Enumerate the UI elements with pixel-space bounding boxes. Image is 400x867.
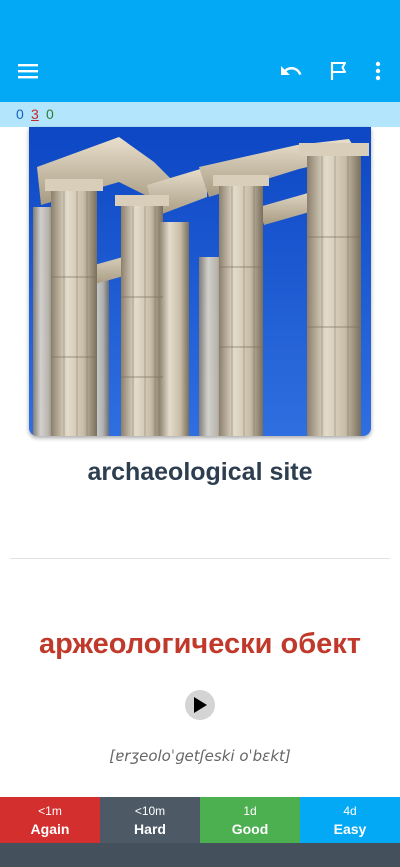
temple-columns-image	[29, 127, 371, 436]
divider	[10, 558, 390, 559]
menu-button[interactable]	[15, 58, 41, 84]
again-label: Again	[30, 821, 70, 837]
easy-interval: 4d	[343, 804, 357, 818]
new-count: 0	[16, 106, 24, 122]
play-audio-button[interactable]	[185, 690, 215, 720]
hard-label: Hard	[134, 821, 166, 837]
pronunciation-ipa: [ɐrʒeoloˈɡetʃeski oˈbɛkt]	[109, 747, 291, 765]
good-interval: 1d	[243, 804, 257, 818]
hard-button[interactable]: <10m Hard	[100, 797, 200, 843]
learning-count: 3	[31, 106, 39, 122]
undo-icon	[281, 66, 302, 75]
undo-button[interactable]	[278, 58, 304, 84]
good-button[interactable]: 1d Good	[200, 797, 300, 843]
top-app-bar	[0, 0, 400, 102]
system-nav-bar	[0, 843, 400, 867]
card-term: archaeological site	[87, 458, 313, 486]
flag-button[interactable]	[326, 58, 352, 84]
menu-icon	[18, 64, 38, 79]
more-options-button[interactable]	[368, 58, 388, 84]
hard-interval: <10m	[134, 804, 166, 818]
easy-button[interactable]: 4d Easy	[300, 797, 400, 843]
more-vert-icon	[375, 61, 381, 81]
card-counts-bar: 0 3 0	[0, 102, 400, 127]
good-label: Good	[231, 821, 269, 837]
flag-icon	[330, 62, 346, 80]
play-icon	[194, 697, 207, 713]
answer-buttons: <1m Again <10m Hard 1d Good 4d Easy	[0, 797, 400, 843]
again-interval: <1m	[38, 804, 62, 818]
easy-label: Easy	[333, 821, 367, 837]
review-count: 0	[46, 106, 54, 122]
again-button[interactable]: <1m Again	[0, 797, 100, 843]
card-translation: аржеологически обект	[38, 628, 361, 660]
